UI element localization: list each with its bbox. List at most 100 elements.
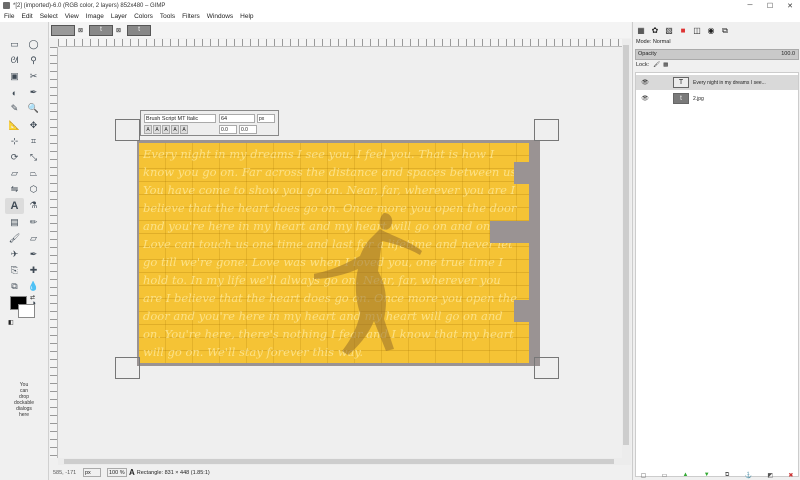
swap-colors-icon[interactable]: ⇄ xyxy=(30,294,35,301)
menu-image[interactable]: Image xyxy=(86,13,104,20)
eraser-icon[interactable]: ▱ xyxy=(24,230,43,246)
mode-row[interactable]: Mode: Normal xyxy=(636,39,671,45)
menu-filters[interactable]: Filters xyxy=(182,13,200,20)
vertical-ruler[interactable] xyxy=(50,47,58,458)
pencil-icon[interactable]: ✏ xyxy=(24,214,43,230)
maximize-button[interactable]: ☐ xyxy=(760,0,780,11)
rotate-icon[interactable]: ⟳ xyxy=(5,149,24,165)
paintbrush-icon[interactable]: 🖌 xyxy=(5,230,24,246)
raise-icon[interactable]: ▲ xyxy=(683,472,689,478)
rect-select-icon[interactable]: ▭ xyxy=(5,36,24,52)
menu-view[interactable]: View xyxy=(65,13,79,20)
underline-button[interactable]: A xyxy=(171,125,179,134)
free-select-icon[interactable]: ᘛ xyxy=(5,52,24,68)
layer-name[interactable]: Every night in my dreams I see... xyxy=(693,80,766,86)
new-group-icon[interactable]: ▭ xyxy=(662,472,668,479)
clone-icon[interactable]: ⎘ xyxy=(5,263,24,279)
color-picker-icon[interactable]: ✎ xyxy=(5,101,24,117)
zoom-select[interactable]: 100 % xyxy=(107,468,127,477)
menu-tools[interactable]: Tools xyxy=(160,13,175,20)
patterns-tab-icon[interactable]: ✿ xyxy=(649,25,661,36)
font-size-field[interactable]: 64 xyxy=(219,114,255,123)
airbrush-icon[interactable]: ✈ xyxy=(5,246,24,262)
menu-file[interactable]: File xyxy=(4,13,14,20)
ellipse-select-icon[interactable]: ◯ xyxy=(24,36,43,52)
transform-handle-bottom-right[interactable] xyxy=(534,357,559,379)
unit-select[interactable]: px xyxy=(83,468,101,477)
image-tab-1[interactable] xyxy=(51,24,75,36)
foreground-select-icon[interactable]: ◐ xyxy=(5,85,24,101)
strikethrough-button[interactable]: A xyxy=(180,125,188,134)
cage-icon[interactable]: ⬡ xyxy=(24,182,43,198)
menu-windows[interactable]: Windows xyxy=(207,13,233,20)
close-button[interactable]: ✕ xyxy=(780,0,800,11)
image-tab-2-close-icon[interactable]: ⊠ xyxy=(116,27,121,34)
anchor-icon[interactable]: ⚓ xyxy=(745,472,752,479)
horizontal-ruler[interactable] xyxy=(58,39,622,47)
image-tab-2[interactable]: t xyxy=(89,24,114,36)
menu-edit[interactable]: Edit xyxy=(21,13,32,20)
align-icon[interactable]: ⊹ xyxy=(5,133,24,149)
vertical-scrollbar[interactable] xyxy=(622,39,631,458)
layer-name[interactable]: 2.jpg xyxy=(693,96,704,102)
flip-icon[interactable]: ⇋ xyxy=(5,182,24,198)
shear-icon[interactable]: ▱ xyxy=(5,166,24,182)
blur-icon[interactable]: 💧 xyxy=(24,279,43,295)
perspective-icon[interactable]: ⏢ xyxy=(24,166,43,182)
scale-icon[interactable]: ⤡ xyxy=(24,149,43,165)
palette-tab-icon[interactable]: ■ xyxy=(677,25,689,36)
visibility-eye-icon[interactable]: 👁 xyxy=(639,95,651,102)
bucket-fill-icon[interactable]: ⚗ xyxy=(24,198,43,214)
layer-row-text[interactable]: 👁 T Every night in my dreams I see... xyxy=(636,75,798,90)
measure-icon[interactable]: 📐 xyxy=(5,117,24,133)
transform-handle-top-right[interactable] xyxy=(534,119,559,141)
duplicate-icon[interactable]: ⧉ xyxy=(725,472,729,479)
image-tab-3[interactable]: t xyxy=(127,24,152,36)
size-unit-select[interactable]: px xyxy=(257,114,275,123)
lock-pixels-icon[interactable]: 🖌 xyxy=(653,62,660,68)
perspective-clone-icon[interactable]: ⧉ xyxy=(5,279,24,295)
transform-handle-bottom-left[interactable] xyxy=(115,357,140,379)
paths-icon[interactable]: ✒ xyxy=(24,85,43,101)
vertical-scroll-thumb[interactable] xyxy=(623,45,629,445)
bold-button[interactable]: A xyxy=(153,125,161,134)
menu-layer[interactable]: Layer xyxy=(111,13,127,20)
gradients-tab-icon[interactable]: ▧ xyxy=(663,25,675,36)
mask-icon[interactable]: ◩ xyxy=(767,472,773,479)
clear-style-button[interactable]: A xyxy=(144,125,152,134)
fonts-tab-icon[interactable]: ◫ xyxy=(691,25,703,36)
blend-icon[interactable]: ▤ xyxy=(5,214,24,230)
scissors-icon[interactable]: ✂ xyxy=(24,68,43,84)
zoom-icon[interactable]: 🔍 xyxy=(24,101,43,117)
color-select-icon[interactable]: ▣ xyxy=(5,68,24,84)
opacity-slider[interactable]: Opacity 100.0 xyxy=(635,49,799,60)
font-field[interactable]: Brush Script MT Italic xyxy=(144,114,216,123)
image-tab-1-close-icon[interactable]: ⊠ xyxy=(78,27,83,34)
visibility-eye-icon[interactable]: 👁 xyxy=(639,79,651,86)
transform-handle-top-left[interactable] xyxy=(115,119,140,141)
move-icon[interactable]: ✥ xyxy=(24,117,43,133)
lock-alpha-icon[interactable]: ▩ xyxy=(663,62,668,68)
new-layer-icon[interactable]: ▢ xyxy=(641,472,647,479)
heal-icon[interactable]: ✚ xyxy=(24,263,43,279)
fuzzy-select-icon[interactable]: ⚲ xyxy=(24,52,43,68)
layer-row-image[interactable]: 👁 t 2.jpg xyxy=(636,91,798,106)
canvas-area[interactable]: Every night in my dreams I see you, I fe… xyxy=(58,47,622,458)
brushes-tab-icon[interactable]: ▦ xyxy=(635,25,647,36)
crop-icon[interactable]: ⌗ xyxy=(24,133,43,149)
chain-toggle[interactable] xyxy=(659,93,671,104)
kerning-field[interactable]: 0.0 xyxy=(239,125,257,134)
history-tab-icon[interactable]: ⧉ xyxy=(719,25,731,36)
horizontal-scroll-thumb[interactable] xyxy=(64,459,614,464)
horizontal-scrollbar[interactable] xyxy=(58,458,631,465)
text-icon[interactable]: A xyxy=(5,197,24,215)
layers-tab-icon[interactable]: ◉ xyxy=(705,25,717,36)
reset-colors-icon[interactable]: ◧ xyxy=(8,319,14,326)
delete-icon[interactable]: ✖ xyxy=(788,472,793,479)
italic-button[interactable]: A xyxy=(162,125,170,134)
chain-toggle[interactable] xyxy=(659,77,671,88)
baseline-field[interactable]: 0.0 xyxy=(219,125,237,134)
background-color-swatch[interactable] xyxy=(18,304,35,318)
menu-help[interactable]: Help xyxy=(240,13,253,20)
lower-icon[interactable]: ▼ xyxy=(704,472,710,478)
